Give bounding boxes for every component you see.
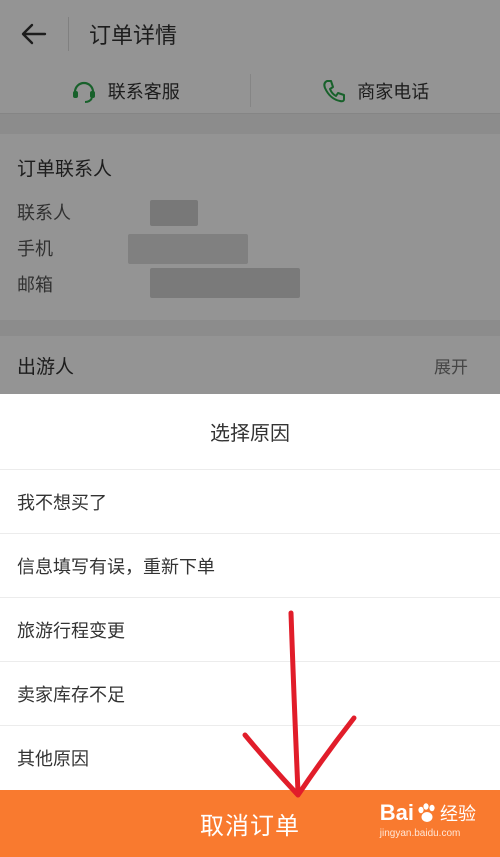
baidu-watermark: Bai 经验 jingyan.baidu.com	[380, 800, 476, 839]
modal-backdrop[interactable]	[0, 0, 500, 394]
reason-option[interactable]: 卖家库存不足	[0, 662, 500, 726]
watermark-url: jingyan.baidu.com	[379, 828, 461, 839]
reason-option[interactable]: 信息填写有误，重新下单	[0, 534, 500, 598]
watermark-brand: Bai 经验	[379, 800, 476, 825]
reason-option[interactable]: 我不想买了	[0, 470, 500, 534]
cancel-order-label: 取消订单	[200, 812, 300, 840]
reason-option[interactable]: 其他原因	[0, 726, 500, 790]
paw-icon	[418, 803, 435, 822]
cancel-reason-sheet: 选择原因 我不想买了 信息填写有误，重新下单 旅游行程变更 卖家库存不足 其他原…	[0, 394, 500, 790]
sheet-title: 选择原因	[0, 394, 500, 470]
reason-option[interactable]: 旅游行程变更	[0, 598, 500, 662]
